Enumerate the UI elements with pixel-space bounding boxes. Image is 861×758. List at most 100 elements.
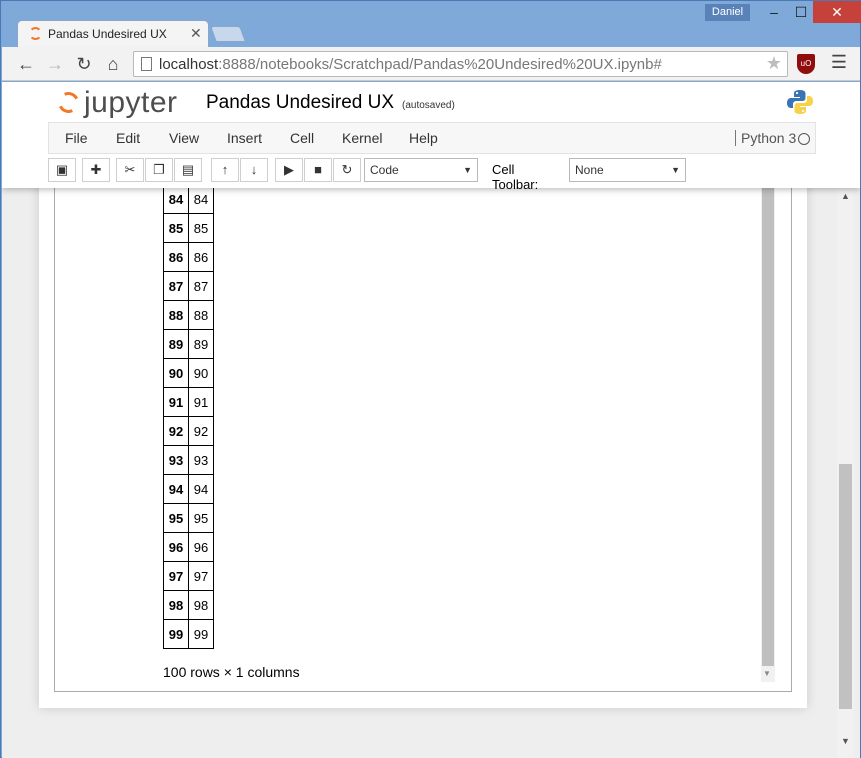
reload-icon[interactable]: ↻ (72, 52, 96, 76)
maximize-button[interactable]: ☐ (786, 1, 816, 23)
row-index: 99 (163, 619, 189, 649)
menu-file[interactable]: File (65, 130, 88, 146)
move-up-arrow-icon[interactable]: ↑ (211, 158, 239, 182)
chevron-down-icon: ▼ (463, 165, 472, 175)
cell-value: 93 (188, 445, 214, 475)
cell-value: 89 (188, 329, 214, 359)
dataframe-table: 84 84 85 85 86 86 87 87 88 88 89 89 90 90 91 91 92 92 93 93… (163, 184, 214, 649)
table-row: 94 94 (163, 474, 214, 504)
minimize-button[interactable]: – (759, 1, 789, 23)
table-row: 99 99 (163, 619, 214, 649)
table-row: 98 98 (163, 590, 214, 620)
notebook-name[interactable]: Pandas Undesired UX (206, 92, 394, 114)
ublock-extension-icon[interactable]: uO (797, 54, 815, 74)
back-arrow-icon[interactable]: ← (14, 52, 38, 76)
browser-window: Pandas Undesired UX ✕ Daniel – ☐ ✕ ← → ↻… (0, 0, 861, 758)
menu-bar: File Edit View Insert Cell Kernel Help P… (48, 122, 816, 154)
home-icon[interactable]: ⌂ (101, 52, 125, 76)
jupyter-favicon-icon (29, 27, 42, 40)
browser-menu-icon[interactable]: ☰ (828, 52, 850, 73)
browser-toolbar: ← → ↻ ⌂ localhost:8888/notebooks/Scratch… (2, 47, 860, 81)
profile-user-badge[interactable]: Daniel (705, 4, 750, 21)
output-scrollbar-thumb[interactable] (762, 182, 774, 666)
jupyter-logo[interactable]: jupyter (55, 86, 196, 122)
cell-toolbar-select[interactable]: None ▼ (569, 158, 686, 182)
browser-tab[interactable]: Pandas Undesired UX ✕ (17, 20, 209, 48)
forward-arrow-icon[interactable]: → (43, 52, 67, 76)
menu-view[interactable]: View (169, 130, 199, 146)
move-down-arrow-icon[interactable]: ↓ (240, 158, 268, 182)
save-icon[interactable]: ▣ (48, 158, 76, 182)
row-index: 98 (163, 590, 189, 620)
table-row: 92 92 (163, 416, 214, 446)
menu-edit[interactable]: Edit (116, 130, 140, 146)
row-index: 87 (163, 271, 189, 301)
row-index: 89 (163, 329, 189, 359)
page-scrollbar-thumb[interactable] (839, 464, 852, 709)
jupyter-header: jupyter Pandas Undesired UX (autosaved) … (2, 82, 860, 192)
close-window-button[interactable]: ✕ (813, 1, 861, 23)
new-tab-button[interactable] (210, 26, 246, 42)
tab-close-icon[interactable]: ✕ (190, 25, 202, 42)
table-row: 89 89 (163, 329, 214, 359)
table-row: 96 96 (163, 532, 214, 562)
table-row: 93 93 (163, 445, 214, 475)
output-scrollbar[interactable]: ▼ (761, 182, 775, 682)
scroll-down-arrow-icon[interactable]: ▼ (841, 736, 850, 746)
row-index: 97 (163, 561, 189, 591)
menu-help[interactable]: Help (409, 130, 438, 146)
table-row: 86 86 (163, 242, 214, 272)
restart-kernel-icon[interactable]: ↻ (333, 158, 361, 182)
stop-square-icon[interactable]: ■ (304, 158, 332, 182)
page-scrollbar[interactable]: ▲ ▼ (837, 188, 854, 758)
url-path: :8888/notebooks/Scratchpad/Pandas%20Unde… (218, 56, 662, 73)
copy-icon[interactable]: ❐ (145, 158, 173, 182)
dataframe-shape: 100 rows × 1 columns (163, 664, 300, 680)
table-row: 84 84 (163, 184, 214, 214)
cell-toolbar-label: Cell Toolbar: (492, 162, 539, 192)
kernel-idle-indicator-icon (798, 133, 810, 145)
cell-type-value: Code (370, 163, 399, 177)
paste-icon[interactable]: ▤ (174, 158, 202, 182)
table-row: 85 85 (163, 213, 214, 243)
cell-value: 90 (188, 358, 214, 388)
cell-value: 86 (188, 242, 214, 272)
menu-cell[interactable]: Cell (290, 130, 314, 146)
cell-value: 85 (188, 213, 214, 243)
cell-value: 88 (188, 300, 214, 330)
table-row: 95 95 (163, 503, 214, 533)
jupyter-ring-icon (55, 89, 82, 116)
table-row: 97 97 (163, 561, 214, 591)
cell-type-select[interactable]: Code ▼ (364, 158, 478, 182)
table-row: 87 87 (163, 271, 214, 301)
cut-scissors-icon[interactable]: ✂ (116, 158, 144, 182)
cell-value: 95 (188, 503, 214, 533)
row-index: 85 (163, 213, 189, 243)
python-logo-icon (787, 90, 813, 114)
cell-value: 91 (188, 387, 214, 417)
scroll-down-arrow-icon[interactable]: ▼ (763, 669, 771, 678)
scroll-up-arrow-icon[interactable]: ▲ (841, 191, 850, 201)
address-bar[interactable]: localhost:8888/notebooks/Scratchpad/Pand… (133, 51, 788, 77)
run-play-icon[interactable]: ▶ (275, 158, 303, 182)
table-row: 91 91 (163, 387, 214, 417)
cell-value: 96 (188, 532, 214, 562)
cell-value: 97 (188, 561, 214, 591)
url-host: localhost (159, 56, 219, 73)
cell-value: 87 (188, 271, 214, 301)
tab-title: Pandas Undesired UX (48, 27, 167, 41)
row-index: 86 (163, 242, 189, 272)
row-index: 96 (163, 532, 189, 562)
bookmark-star-icon[interactable]: ★ (766, 53, 782, 74)
cell-value: 84 (188, 184, 214, 214)
row-index: 94 (163, 474, 189, 504)
url-text[interactable]: localhost:8888/notebooks/Scratchpad/Pand… (159, 56, 662, 73)
cell-value: 92 (188, 416, 214, 446)
insert-cell-plus-icon[interactable]: ✚ (82, 158, 110, 182)
table-row: 88 88 (163, 300, 214, 330)
row-index: 92 (163, 416, 189, 446)
table-row: 90 90 (163, 358, 214, 388)
menu-kernel[interactable]: Kernel (342, 130, 382, 146)
menu-insert[interactable]: Insert (227, 130, 262, 146)
row-index: 84 (163, 184, 189, 214)
